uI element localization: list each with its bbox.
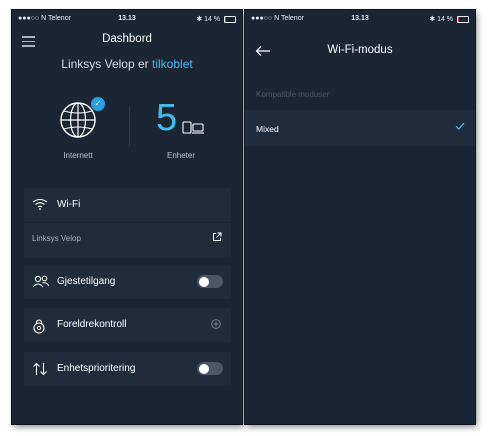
guest-access-toggle[interactable]	[197, 275, 223, 288]
battery-percent: 14 %	[204, 16, 221, 23]
status-right: ✱ 14 %	[429, 15, 469, 23]
status-text: tilkoblet	[152, 57, 193, 71]
mode-option-label: Mixed	[256, 124, 279, 134]
stat-divider	[129, 106, 130, 146]
mode-option-mixed[interactable]: Mixed	[245, 110, 475, 146]
parental-controls-label: Foreldrekontroll	[57, 319, 127, 330]
dashboard-screen: ●●●○○ N Telenor 13.13 ✱ 14 % Dashbord Li…	[12, 10, 242, 424]
battery-icon	[457, 15, 469, 23]
status-bar: ●●●○○ N Telenor 13.13 ✱ 14 %	[245, 10, 475, 28]
status-right: ✱ 14 %	[196, 15, 236, 23]
guest-users-icon	[32, 275, 50, 288]
priority-arrows-icon	[33, 362, 47, 376]
guest-access-row[interactable]: Gjestetilgang	[24, 265, 231, 299]
wifi-label: Wi-Fi	[57, 199, 81, 210]
external-link-icon[interactable]	[212, 232, 222, 242]
section-label: Kompatible moduser	[256, 90, 330, 99]
divider	[24, 222, 231, 223]
bluetooth-icon: ✱	[196, 16, 203, 23]
wifi-card[interactable]: Wi-Fi Linksys Velop	[24, 188, 231, 258]
network-name[interactable]: Linksys Velop	[32, 234, 81, 243]
guest-access-label: Gjestetilgang	[57, 276, 116, 287]
parental-controls-row[interactable]: Foreldrekontroll	[24, 308, 231, 342]
tagline-prefix: Linksys Velop er	[61, 57, 149, 71]
battery-icon	[224, 15, 236, 23]
device-prioritization-toggle[interactable]	[197, 362, 223, 375]
battery-percent: 14 %	[437, 16, 454, 23]
devices-label: Enheter	[166, 151, 196, 160]
device-prioritization-row[interactable]: Enhetsprioritering	[24, 352, 231, 386]
wifi-mode-screen: ●●●○○ N Telenor 13.13 ✱ 14 % Wi-Fi-modus…	[245, 10, 475, 424]
page-title: Wi-Fi-modus	[327, 44, 393, 56]
devices-icon	[182, 121, 204, 134]
connection-status: Linksys Velop er tilkoblet	[12, 57, 242, 71]
bluetooth-icon: ✱	[429, 16, 436, 23]
internet-label: Internett	[63, 151, 93, 160]
parental-lock-icon	[33, 319, 45, 334]
status-bar: ●●●○○ N Telenor 13.13 ✱ 14 %	[12, 10, 242, 28]
wifi-icon	[32, 198, 48, 210]
checkmark-icon	[455, 122, 465, 130]
device-count[interactable]: 5	[156, 98, 177, 138]
add-icon[interactable]	[211, 319, 221, 329]
page-title: Dashbord	[102, 33, 152, 45]
connected-check-icon: ✓	[90, 96, 106, 112]
device-prioritization-label: Enhetsprioritering	[57, 363, 136, 374]
